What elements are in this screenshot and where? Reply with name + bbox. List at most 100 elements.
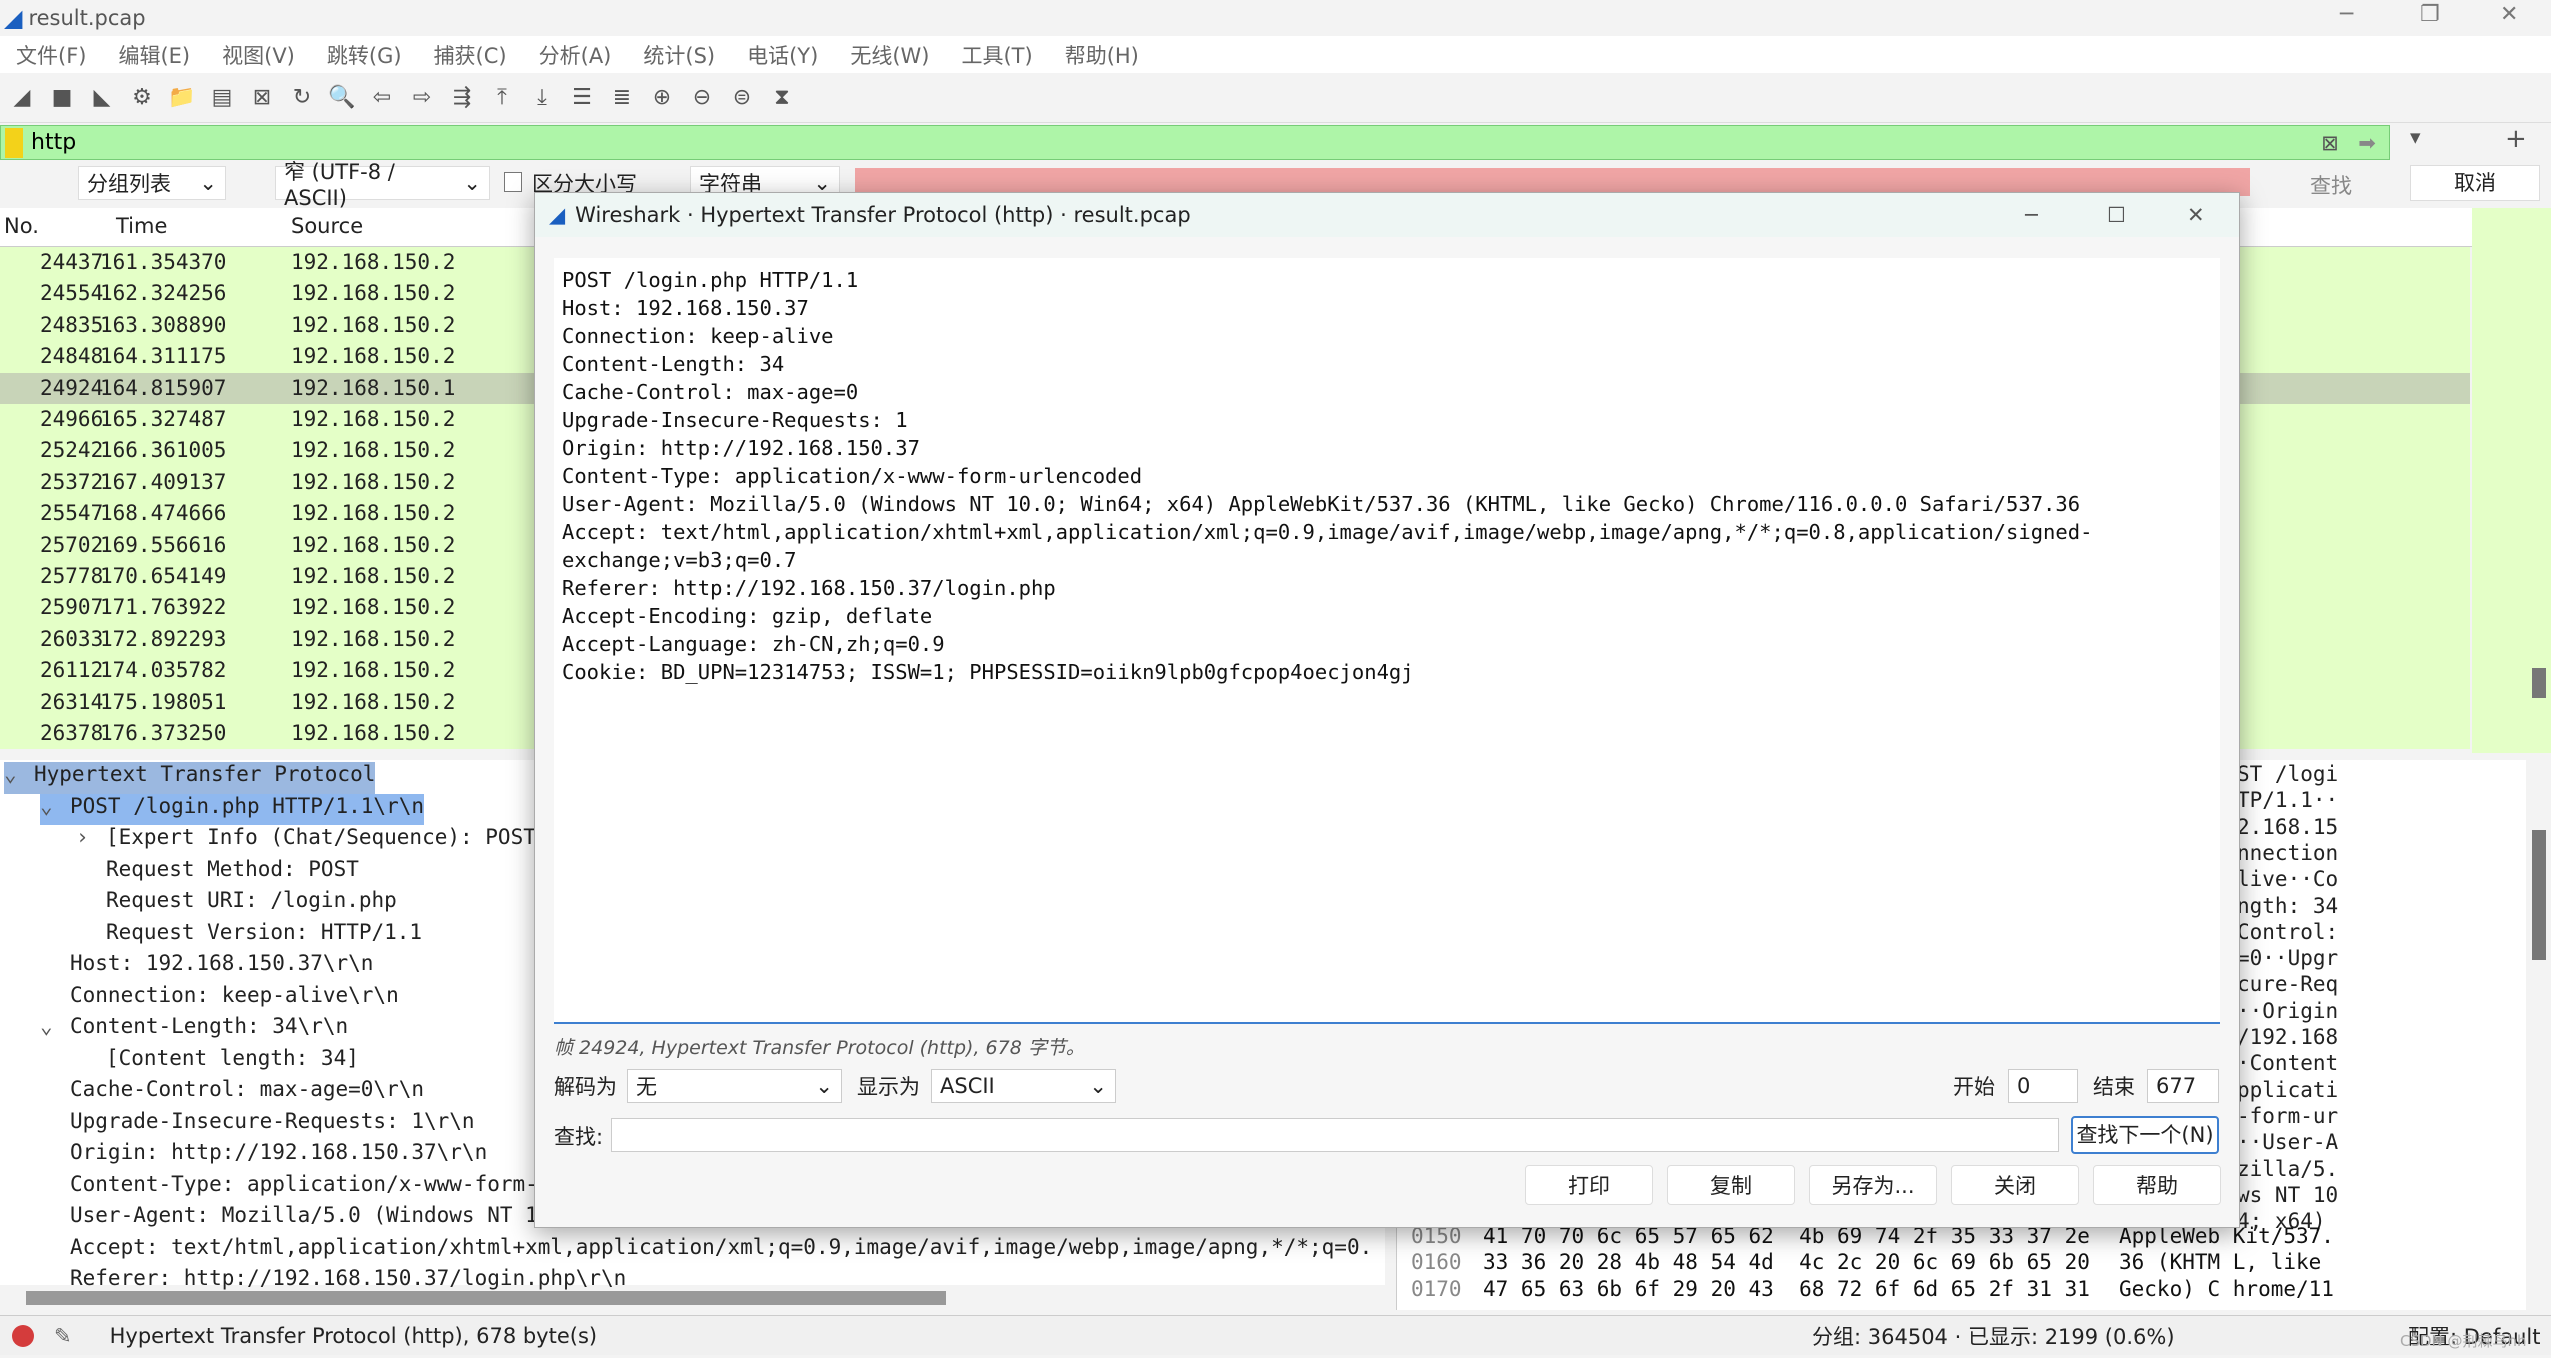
chevron-down-icon[interactable]: ⌄ (40, 794, 70, 818)
ascii-fragment: ··User-A (2237, 1130, 2339, 1155)
packet-no: 26033 (40, 626, 104, 651)
menu-item-1[interactable]: 编辑(E) (102, 40, 206, 70)
zoom-out-icon[interactable]: ⊖ (688, 83, 716, 113)
save-as-button[interactable]: 另存为... (1809, 1165, 1937, 1205)
minimize-button[interactable]: ─ (2340, 2, 2353, 27)
ascii-fragment: cure-Req (2237, 972, 2339, 997)
column-no[interactable]: No. (4, 214, 39, 238)
detail-row[interactable]: Request Version: HTTP/1.1 (76, 920, 422, 952)
menu-item-8[interactable]: 无线(W) (834, 40, 945, 70)
add-filter-button[interactable]: + (2505, 124, 2527, 154)
column-source[interactable]: Source (291, 214, 363, 238)
detail-row[interactable]: ⌄ Content-Length: 34\r\n (40, 1014, 348, 1046)
help-button[interactable]: 帮助 (2093, 1165, 2221, 1205)
packet-no: 26378 (40, 721, 104, 745)
menu-item-7[interactable]: 电话(Y) (731, 40, 834, 70)
detail-row[interactable]: Accept: text/html,application/xhtml+xml,… (40, 1235, 1372, 1267)
print-button[interactable]: 打印 (1525, 1165, 1653, 1205)
zoom-in-icon[interactable]: ⊕ (648, 83, 676, 113)
detail-row[interactable]: Connection: keep-alive\r\n (40, 983, 399, 1015)
colorize-icon[interactable]: ≣ (608, 83, 636, 113)
detail-text: Content-Type: application/x-www-form- (70, 1171, 538, 1196)
find-next-button[interactable]: 查找下一个(N) (2071, 1116, 2219, 1154)
expert-info-icon[interactable] (12, 1324, 34, 1347)
search-in-select[interactable]: 分组列表 ⌄ (78, 166, 226, 200)
edit-comment-icon[interactable]: ✎ (54, 1324, 72, 1348)
menu-item-0[interactable]: 文件(F) (0, 40, 102, 70)
start-value: 0 (2017, 1074, 2031, 1098)
packet-no: 25778 (40, 564, 104, 588)
detail-row[interactable]: Origin: http://192.168.150.37\r\n (40, 1140, 487, 1172)
reload-icon[interactable]: ↻ (288, 83, 316, 113)
autoscroll-icon[interactable]: ☰ (568, 83, 596, 113)
first-packet-icon[interactable]: ⤒ (488, 83, 516, 113)
detail-text: Content-Length: 34\r\n (70, 1014, 349, 1038)
close-button[interactable]: 关闭 (1951, 1165, 2079, 1205)
forward-icon[interactable]: ⇨ (408, 83, 436, 113)
back-icon[interactable]: ⇦ (368, 83, 396, 113)
detail-row[interactable]: ⌄ Hypertext Transfer Protocol (4, 762, 376, 794)
options-gear-icon[interactable]: ⚙ (128, 83, 156, 113)
bookmark-icon[interactable] (5, 127, 23, 158)
go-to-packet-icon[interactable]: ⇶ (448, 83, 476, 113)
show-as-select[interactable]: ASCII ⌄ (931, 1069, 1116, 1103)
end-value: 677 (2156, 1074, 2197, 1098)
detail-row[interactable]: Upgrade-Insecure-Requests: 1\r\n (40, 1109, 475, 1141)
detail-row[interactable]: Cache-Control: max-age=0\r\n (40, 1077, 424, 1109)
dialog-minimize-button[interactable]: ─ (2025, 203, 2038, 227)
find-icon[interactable]: 🔍 (328, 83, 356, 113)
detail-row[interactable]: User-Agent: Mozilla/5.0 (Windows NT 1 (40, 1203, 538, 1235)
close-file-icon[interactable]: ⊠ (248, 83, 276, 113)
charset-select[interactable]: 窄 (UTF-8 / ASCII) ⌄ (275, 160, 490, 210)
chevron-right-icon[interactable]: › (76, 825, 106, 849)
bytes-scrollbar[interactable] (2532, 830, 2546, 960)
resize-columns-icon[interactable]: ⧗ (768, 83, 796, 113)
menu-item-10[interactable]: 帮助(H) (1049, 40, 1155, 70)
detail-row[interactable]: › [Expert Info (Chat/Sequence): POST (76, 825, 536, 857)
detail-row[interactable]: Request URI: /login.php (76, 888, 397, 920)
detail-row[interactable]: Content-Type: application/x-www-form- (40, 1172, 538, 1204)
apply-filter-icon[interactable]: ➡ (2345, 131, 2389, 155)
open-folder-icon[interactable]: 📁 (168, 83, 196, 113)
maximize-button[interactable]: ❐ (2420, 2, 2440, 27)
case-sensitive-checkbox[interactable] (504, 172, 522, 192)
close-button[interactable]: ✕ (2500, 2, 2518, 27)
clear-filter-icon[interactable]: ⊠ (2315, 131, 2345, 155)
end-spinbox[interactable]: 677 (2147, 1069, 2219, 1103)
detail-text: Host: 192.168.150.37\r\n (70, 951, 374, 975)
chevron-down-icon[interactable]: ⌄ (40, 1014, 70, 1038)
shark-fin-start-icon[interactable]: ◢ (8, 83, 36, 113)
dialog-close-button[interactable]: ✕ (2187, 203, 2205, 227)
find-button[interactable]: 查找 (2310, 170, 2352, 200)
last-packet-icon[interactable]: ⤓ (528, 83, 556, 113)
details-horizontal-scrollbar[interactable] (26, 1291, 946, 1305)
copy-button[interactable]: 复制 (1667, 1165, 1795, 1205)
column-time[interactable]: Time (116, 214, 167, 238)
detail-row[interactable]: ⌄ POST /login.php HTTP/1.1\r\n (40, 793, 425, 825)
menu-item-5[interactable]: 分析(A) (523, 40, 628, 70)
restart-icon[interactable]: ◣ (88, 83, 116, 113)
find-input[interactable] (611, 1118, 2059, 1152)
packet-list-scrollbar[interactable] (2532, 668, 2546, 698)
cancel-button[interactable]: 取消 (2410, 165, 2540, 201)
dialog-maximize-button[interactable]: ☐ (2107, 203, 2126, 227)
filter-dropdown-icon[interactable]: ▾ (2410, 125, 2421, 149)
packet-time: 174.035782 (100, 658, 227, 683)
stop-icon[interactable]: ■ (48, 83, 76, 113)
chevron-down-icon[interactable]: ⌄ (4, 762, 34, 786)
menu-item-9[interactable]: 工具(T) (945, 40, 1048, 70)
decode-as-value: 无 (636, 1075, 657, 1099)
detail-row[interactable]: Request Method: POST (76, 857, 359, 889)
menu-item-2[interactable]: 视图(V) (206, 40, 311, 70)
detail-row[interactable]: Host: 192.168.150.37\r\n (40, 951, 373, 983)
menu-item-3[interactable]: 跳转(G) (311, 40, 418, 70)
decode-as-select[interactable]: 无 ⌄ (627, 1069, 842, 1103)
zoom-normal-icon[interactable]: ⊜ (728, 83, 756, 113)
menu-item-6[interactable]: 统计(S) (627, 40, 731, 70)
menu-item-4[interactable]: 捕获(C) (418, 40, 523, 70)
start-spinbox[interactable]: 0 (2008, 1069, 2078, 1103)
stream-content[interactable]: POST /login.php HTTP/1.1 Host: 192.168.1… (554, 258, 2220, 1024)
detail-row[interactable]: [Content length: 34] (76, 1046, 359, 1078)
display-filter-input[interactable] (31, 130, 2315, 155)
file-icon[interactable]: ▤ (208, 83, 236, 113)
